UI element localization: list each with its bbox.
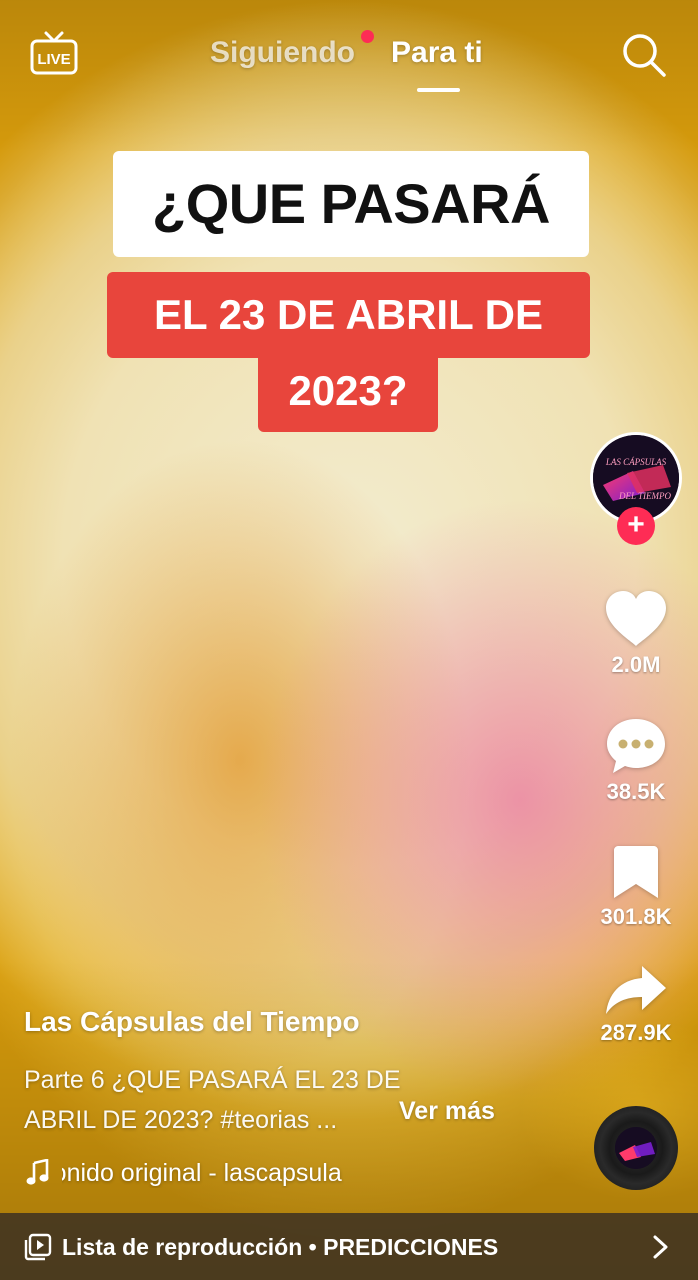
bookmark-icon — [614, 846, 658, 898]
sound-info[interactable]: Sonido original - lascapsula — [26, 1156, 382, 1190]
comment-bubble-icon — [607, 719, 665, 773]
save-button[interactable]: 301.8K — [588, 844, 684, 930]
share-button[interactable]: 287.9K — [588, 964, 684, 1046]
avatar-text-2: DEL TIEMPO — [618, 491, 672, 501]
comment-count: 38.5K — [606, 779, 666, 804]
see-more-button[interactable]: Ver más — [399, 1097, 495, 1126]
follow-plus-icon[interactable]: + — [617, 507, 655, 545]
notification-dot — [361, 30, 374, 43]
playlist-icon — [24, 1233, 52, 1261]
playlist-bar[interactable]: Lista de reproducción • PREDICCIONES — [0, 1213, 698, 1280]
active-tab-indicator — [417, 88, 460, 92]
sound-title: Sonido original - lascapsula — [62, 1158, 342, 1187]
tab-for-you[interactable]: Para ti — [391, 36, 483, 70]
heart-icon — [606, 591, 666, 646]
description-line-1: Parte 6 ¿QUE PASARÁ EL 23 DE — [24, 1066, 401, 1094]
feed-tabs: Siguiendo Para ti — [0, 30, 698, 92]
save-count: 301.8K — [600, 904, 672, 929]
chevron-right-icon[interactable] — [650, 1235, 670, 1259]
avatar-text-1: LAS CÁPSULAS — [605, 457, 667, 467]
sound-disc-cover — [615, 1127, 657, 1169]
video-caption-line-3: 2023? — [258, 350, 438, 432]
comment-button[interactable]: 38.5K — [588, 717, 684, 805]
top-bar: LIVE Siguiendo Para ti — [0, 0, 698, 100]
tab-following[interactable]: Siguiendo — [210, 36, 355, 70]
share-count: 287.9K — [600, 1020, 672, 1045]
video-caption-line-2: EL 23 DE ABRIL DE — [107, 272, 590, 358]
share-arrow-icon — [606, 966, 666, 1014]
author-name[interactable]: Las Cápsulas del Tiempo — [24, 1006, 360, 1038]
sound-disc[interactable] — [594, 1106, 678, 1190]
music-note-icon — [26, 1159, 49, 1185]
like-count: 2.0M — [611, 652, 661, 677]
like-button[interactable]: 2.0M — [588, 590, 684, 678]
search-icon[interactable] — [621, 32, 667, 78]
video-caption-line-1: ¿QUE PASARÁ — [113, 151, 589, 257]
playlist-label: Lista de reproducción • PREDICCIONES — [62, 1234, 499, 1260]
